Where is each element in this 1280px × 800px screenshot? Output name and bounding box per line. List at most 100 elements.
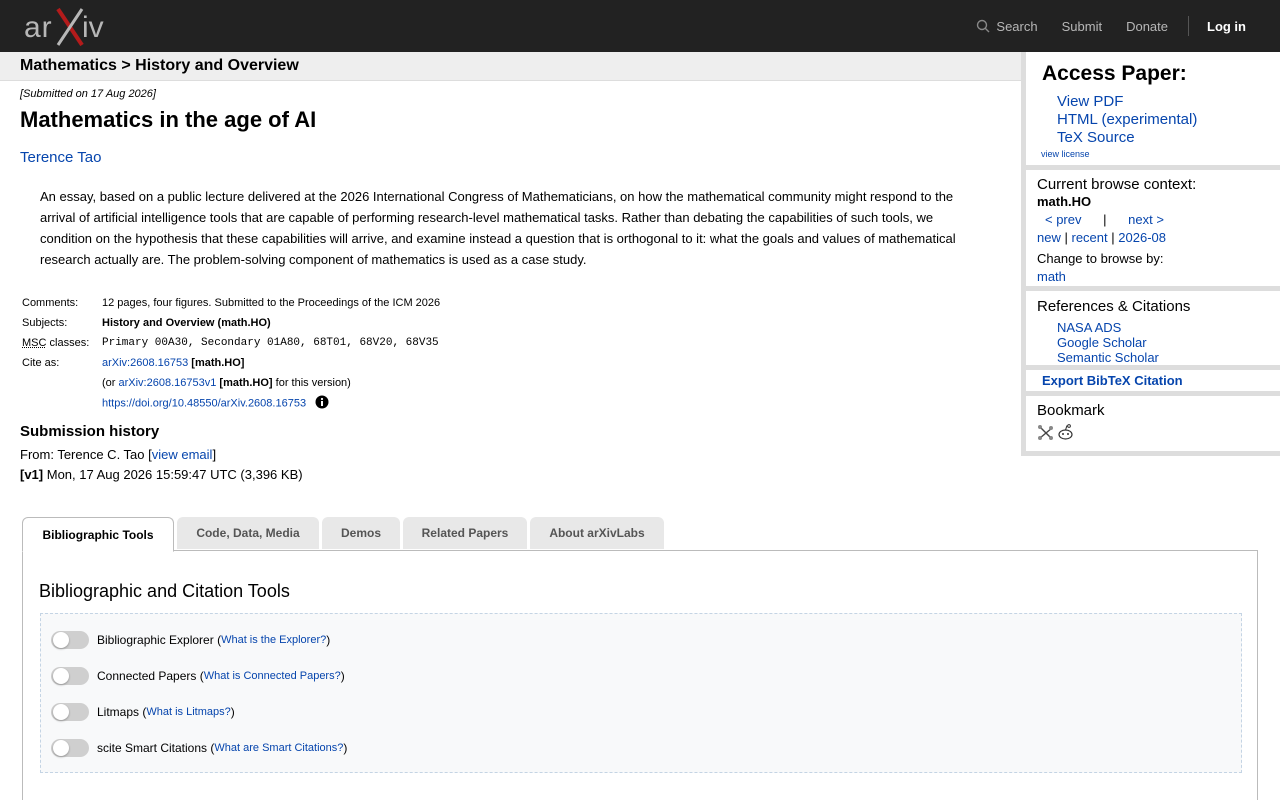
litmaps-toggle[interactable]	[51, 703, 89, 721]
breadcrumb-bar: Mathematics > History and Overview	[0, 52, 1021, 81]
references-links: NASA ADS Google Scholar Semantic Scholar	[1057, 320, 1159, 365]
connected-papers-toggle[interactable]	[51, 667, 89, 685]
abstract: An essay, based on a public lecture deli…	[40, 189, 956, 267]
cite-v1-link[interactable]: arXiv:2608.16753v1	[119, 377, 217, 389]
search-button[interactable]: Search	[976, 18, 1038, 34]
prev-link[interactable]: < prev	[1045, 212, 1082, 227]
references-box: References & Citations NASA ADS Google S…	[1026, 291, 1280, 365]
bookmark-icons	[1037, 424, 1077, 446]
view-email-link[interactable]: view email	[152, 447, 213, 462]
browse-context-value: math.HO	[1037, 194, 1092, 209]
tab-bibliographic-tools[interactable]: Bibliographic Tools	[22, 517, 174, 552]
subjects-value: History and Overview (math.HO)	[102, 317, 271, 329]
comments-row: Comments: 12 pages, four figures. Submit…	[20, 293, 442, 313]
subjects-label: Subjects:	[22, 317, 68, 329]
bibliographic-explorer-toggle[interactable]	[51, 631, 89, 649]
cite-link[interactable]: arXiv:2608.16753	[102, 357, 188, 369]
list-sep-1: |	[1064, 230, 1068, 245]
cite-row: Cite as: arXiv:2608.16753 [math.HO]	[20, 353, 442, 373]
cite-or: (or	[102, 377, 119, 389]
info-icon[interactable]	[315, 395, 329, 412]
tab-about-arxivlabs[interactable]: About arXivLabs	[530, 517, 664, 549]
tool-label: Litmaps	[97, 705, 140, 719]
cite-category: [math.HO]	[191, 357, 245, 369]
search-label: Search	[996, 18, 1038, 34]
v1-date: Mon, 17 Aug 2026 15:59:47 UTC (3,396 KB)	[43, 467, 303, 482]
svg-text:iv: iv	[82, 11, 104, 44]
search-icon	[977, 19, 990, 33]
bibsonomy-icon[interactable]	[1037, 424, 1054, 446]
new-link[interactable]: new	[1037, 230, 1061, 245]
subjects-row: Subjects: History and Overview (math.HO)	[20, 313, 442, 333]
next-link[interactable]: next >	[1128, 212, 1164, 227]
nasa-ads-link[interactable]: NASA ADS	[1057, 320, 1159, 335]
paper-title: Mathematics in the age of AI	[20, 107, 317, 132]
tools-list: Bibliographic Explorer (What is the Expl…	[40, 613, 1242, 773]
author-link[interactable]: Terence Tao	[20, 149, 101, 166]
cite-version-row: (or arXiv:2608.16753v1 [math.HO] for thi…	[20, 373, 442, 393]
tab-code-data-media[interactable]: Code, Data, Media	[177, 517, 319, 549]
msc-row: MSC classes: Primary 00A30, Secondary 01…	[20, 333, 442, 353]
from-prefix: From: Terence C. Tao [	[20, 447, 152, 462]
version-1: [v1] Mon, 17 Aug 2026 15:59:47 UTC (3,39…	[20, 467, 303, 482]
access-links: View PDF HTML (experimental) TeX Source	[1057, 93, 1197, 147]
tool-help-link[interactable]: What is the Explorer?	[221, 634, 326, 646]
tool-help-link[interactable]: What is Connected Papers?	[204, 670, 341, 682]
labs-tabs: Bibliographic Tools Code, Data, Media De…	[22, 517, 667, 552]
panel-title: Bibliographic and Citation Tools	[39, 581, 290, 601]
google-scholar-link[interactable]: Google Scholar	[1057, 335, 1159, 350]
tab-demos[interactable]: Demos	[322, 517, 400, 549]
login-link[interactable]: Log in	[1207, 19, 1246, 34]
list-sep-2: |	[1111, 230, 1115, 245]
bookmark-box: Bookmark	[1026, 396, 1280, 451]
msc-abbr: MSC	[22, 337, 47, 349]
scite-toggle[interactable]	[51, 739, 89, 757]
msc-label: classes:	[46, 337, 90, 349]
month-link[interactable]: 2026-08	[1118, 230, 1166, 245]
browse-context-title: Current browse context:	[1037, 176, 1197, 193]
tool-connected-papers: Connected Papers (What is Connected Pape…	[51, 666, 345, 686]
prev-next-sep: |	[1103, 212, 1107, 227]
recent-link[interactable]: recent	[1072, 230, 1108, 245]
submission-from: From: Terence C. Tao [view email]	[20, 447, 216, 462]
tool-label: Connected Papers	[97, 669, 197, 683]
tool-help-link[interactable]: What are Smart Citations?	[214, 742, 343, 754]
view-pdf-link[interactable]: View PDF	[1057, 93, 1197, 111]
top-bar: ar iv Search Submit Donate Log in	[0, 0, 1280, 52]
reddit-icon[interactable]	[1057, 424, 1074, 446]
change-browse-label: Change to browse by:	[1037, 251, 1164, 266]
submit-link[interactable]: Submit	[1062, 19, 1102, 34]
tool-label: scite Smart Citations	[97, 741, 208, 755]
top-nav: Search Submit Donate Log in	[952, 0, 1280, 52]
svg-text:ar: ar	[24, 11, 53, 44]
bibliographic-tools-panel: Bibliographic and Citation Tools Bibliog…	[22, 550, 1258, 800]
browse-context-box: Current browse context: math.HO < prev |…	[1026, 170, 1280, 286]
metadata-table: Comments: 12 pages, four figures. Submit…	[20, 293, 442, 413]
html-link[interactable]: HTML (experimental)	[1057, 111, 1197, 129]
breadcrumb[interactable]: Mathematics > History and Overview	[20, 57, 299, 75]
browse-prev-next: < prev | next >	[1037, 212, 1164, 227]
doi-link[interactable]: https://doi.org/10.48550/arXiv.2608.1675…	[102, 397, 306, 409]
donate-link[interactable]: Donate	[1126, 19, 1168, 34]
export-box: Export BibTeX Citation	[1026, 370, 1280, 391]
tool-label: Bibliographic Explorer	[97, 633, 214, 647]
references-title: References & Citations	[1037, 298, 1191, 315]
tool-help-link[interactable]: What is Litmaps?	[146, 706, 230, 718]
access-paper-title: Access Paper:	[1042, 62, 1187, 85]
export-bibtex-link[interactable]: Export BibTeX Citation	[1042, 373, 1183, 388]
cite-v1-category: [math.HO]	[219, 377, 273, 389]
submission-history-title: Submission history	[20, 423, 160, 440]
browse-lists: new | recent | 2026-08	[1037, 230, 1166, 245]
tool-bibliographic-explorer: Bibliographic Explorer (What is the Expl…	[51, 630, 330, 650]
comments-value: 12 pages, four figures. Submitted to the…	[102, 297, 441, 309]
tool-litmaps: Litmaps (What is Litmaps?)	[51, 702, 235, 722]
msc-value: Primary 00A30, Secondary 01A80, 68T01, 6…	[102, 337, 439, 349]
browse-math-link[interactable]: math	[1037, 269, 1066, 284]
arxiv-logo[interactable]: ar iv	[24, 7, 114, 47]
sidebar: Access Paper: View PDF HTML (experimenta…	[1021, 52, 1280, 456]
view-license-link[interactable]: view license	[1041, 149, 1090, 159]
access-paper-box: Access Paper: View PDF HTML (experimenta…	[1026, 52, 1280, 165]
semantic-scholar-link[interactable]: Semantic Scholar	[1057, 350, 1159, 365]
tex-source-link[interactable]: TeX Source	[1057, 129, 1197, 147]
tab-related-papers[interactable]: Related Papers	[403, 517, 527, 549]
